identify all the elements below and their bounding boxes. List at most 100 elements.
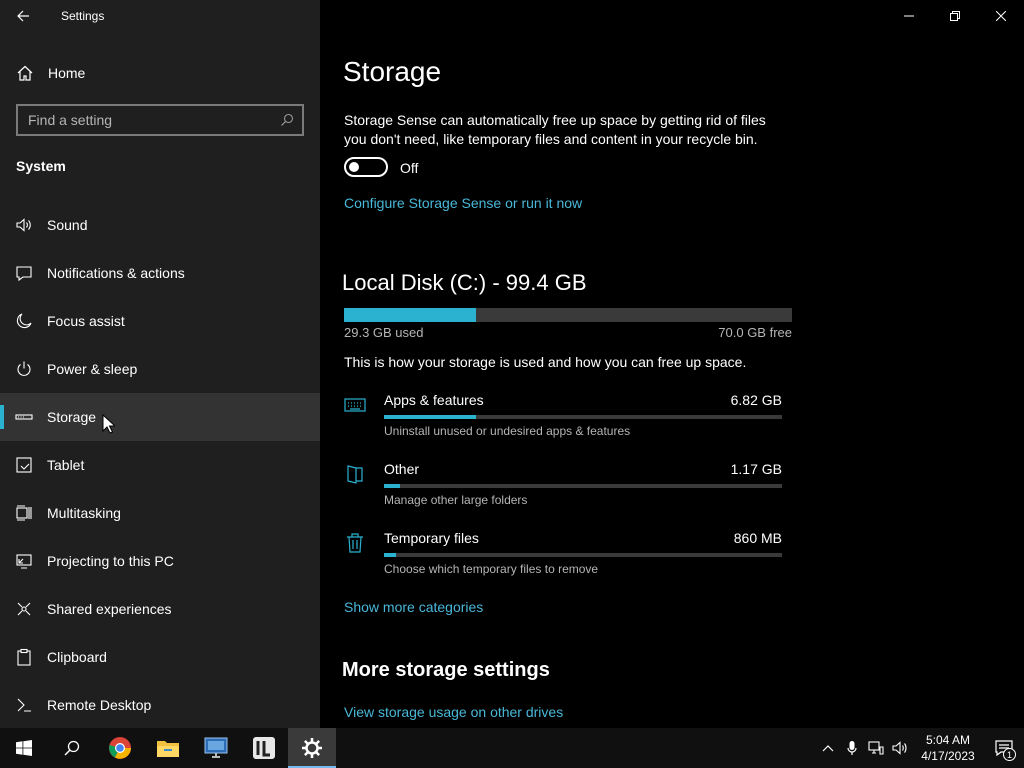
sidebar-item-label: Notifications & actions	[47, 265, 185, 281]
category-name: Temporary files	[384, 530, 479, 546]
category-bar	[384, 415, 782, 419]
home-label: Home	[48, 65, 86, 81]
sidebar-item-shared-experiences[interactable]: Shared experiences	[0, 585, 320, 633]
category-bar	[384, 484, 782, 488]
sidebar-item-storage[interactable]: Storage	[0, 393, 320, 441]
trash-icon	[344, 532, 366, 554]
clock[interactable]: 5:04 AM 4/17/2023	[912, 732, 984, 764]
chrome-icon	[109, 737, 131, 759]
close-button[interactable]	[978, 0, 1024, 32]
tablet-icon	[15, 456, 33, 474]
settings-icon	[302, 738, 322, 758]
notification-icon	[15, 264, 33, 282]
show-hidden-icons-button[interactable]	[816, 728, 840, 768]
title-bar: Settings	[0, 0, 320, 32]
storage-sense-description: Storage Sense can automatically free up …	[344, 112, 766, 147]
back-button[interactable]	[0, 0, 46, 32]
category-subtitle: Uninstall unused or undesired apps & fea…	[384, 424, 631, 438]
sidebar-item-focus-assist[interactable]: Focus assist	[0, 297, 320, 345]
back-arrow-icon	[17, 10, 29, 22]
clock-time: 5:04 AM	[925, 733, 971, 747]
notification-count-badge: 1	[1003, 748, 1016, 761]
minimize-icon	[904, 15, 914, 17]
close-icon	[996, 11, 1006, 21]
app-taskbar-button[interactable]	[240, 728, 288, 768]
settings-taskbar-button[interactable]	[288, 728, 336, 768]
category-temporary-files[interactable]: Temporary files 860 MB Choose which temp…	[344, 530, 784, 590]
disk-title: Local Disk (C:) - 99.4 GB	[342, 270, 587, 295]
home-nav-item[interactable]: Home	[0, 57, 320, 89]
search-box[interactable]: Find a setting	[16, 104, 304, 136]
chrome-taskbar-button[interactable]	[96, 728, 144, 768]
sidebar-item-label: Storage	[47, 409, 97, 425]
sidebar-item-label: Shared experiences	[47, 601, 172, 617]
sidebar-item-tablet[interactable]: Tablet	[0, 441, 320, 489]
section-title: System	[16, 158, 66, 174]
taskbar-search-button[interactable]	[48, 728, 96, 768]
category-name: Apps & features	[384, 392, 484, 408]
taskbar: 5:04 AM 4/17/2023 1	[0, 728, 1024, 768]
keyboard-icon	[344, 394, 366, 416]
sidebar-item-clipboard[interactable]: Clipboard	[0, 633, 320, 681]
toggle-knob	[349, 162, 359, 172]
minimize-button[interactable]	[886, 0, 932, 32]
show-more-categories-link[interactable]: Show more categories	[344, 599, 483, 615]
sidebar-item-notifications[interactable]: Notifications & actions	[0, 249, 320, 297]
view-other-drives-link[interactable]: View storage usage on other drives	[344, 704, 563, 720]
multitasking-icon	[15, 504, 33, 522]
volume-icon	[892, 741, 907, 755]
volume-button[interactable]	[888, 728, 912, 768]
category-apps-features[interactable]: Apps & features 6.82 GB Uninstall unused…	[344, 392, 784, 452]
file-explorer-taskbar-button[interactable]	[144, 728, 192, 768]
speaker-icon	[15, 216, 33, 234]
sidebar-item-label: Sound	[47, 217, 88, 233]
storage-icon	[15, 408, 33, 426]
projecting-icon	[15, 552, 33, 570]
category-other[interactable]: Other 1.17 GB Manage other large folders	[344, 461, 784, 521]
sidebar-item-remote-desktop[interactable]: Remote Desktop	[0, 681, 320, 729]
moon-icon	[15, 312, 33, 330]
more-storage-settings-heading: More storage settings	[342, 659, 550, 681]
clock-date: 4/17/2023	[921, 749, 975, 763]
category-subtitle: Choose which temporary files to remove	[384, 562, 599, 576]
disk-usage-fill	[344, 308, 477, 322]
file-explorer-icon	[157, 741, 179, 757]
disk-usage-bar	[344, 308, 792, 322]
action-center-button[interactable]: 1	[984, 728, 1024, 768]
search-icon[interactable]	[272, 113, 302, 127]
sidebar-item-label: Projecting to this PC	[47, 553, 174, 569]
category-bar-fill	[384, 484, 400, 488]
sidebar-item-sound[interactable]: Sound	[0, 201, 320, 249]
settings-sidebar: Settings Home Find a setting System Soun…	[0, 0, 320, 728]
microphone-button[interactable]	[840, 728, 864, 768]
mouse-cursor-icon	[102, 414, 115, 434]
remote-desktop-taskbar-button[interactable]	[192, 728, 240, 768]
network-button[interactable]	[864, 728, 888, 768]
power-icon	[15, 360, 33, 378]
configure-storage-sense-link[interactable]: Configure Storage Sense or run it now	[344, 195, 582, 211]
storage-sense-toggle[interactable]	[344, 157, 388, 177]
start-button[interactable]	[0, 728, 48, 768]
sidebar-item-projecting[interactable]: Projecting to this PC	[0, 537, 320, 585]
search-input[interactable]: Find a setting	[18, 112, 272, 128]
sidebar-item-label: Power & sleep	[47, 361, 138, 377]
folder-icon	[344, 463, 366, 485]
toggle-state-label: Off	[400, 160, 419, 176]
remote-desktop-app-icon	[204, 737, 228, 758]
nav-list: Sound Notifications & actions Focus assi…	[0, 201, 320, 729]
network-icon	[868, 741, 884, 755]
sidebar-item-label: Remote Desktop	[47, 697, 152, 713]
sidebar-item-multitasking[interactable]: Multitasking	[0, 489, 320, 537]
free-space-label: 70.0 GB free	[718, 325, 792, 340]
category-size: 860 MB	[733, 530, 782, 546]
category-size: 1.17 GB	[730, 461, 782, 477]
system-tray: 5:04 AM 4/17/2023 1	[816, 728, 1024, 768]
sidebar-item-power-sleep[interactable]: Power & sleep	[0, 345, 320, 393]
sidebar-item-label: Tablet	[47, 457, 85, 473]
restore-button[interactable]	[932, 0, 978, 32]
category-subtitle: Manage other large folders	[384, 493, 528, 507]
sidebar-item-label: Focus assist	[47, 313, 125, 329]
storage-page: Storage Storage Sense can automatically …	[320, 0, 1024, 728]
used-space-label: 29.3 GB used	[344, 325, 424, 340]
chevron-up-icon	[822, 745, 834, 752]
